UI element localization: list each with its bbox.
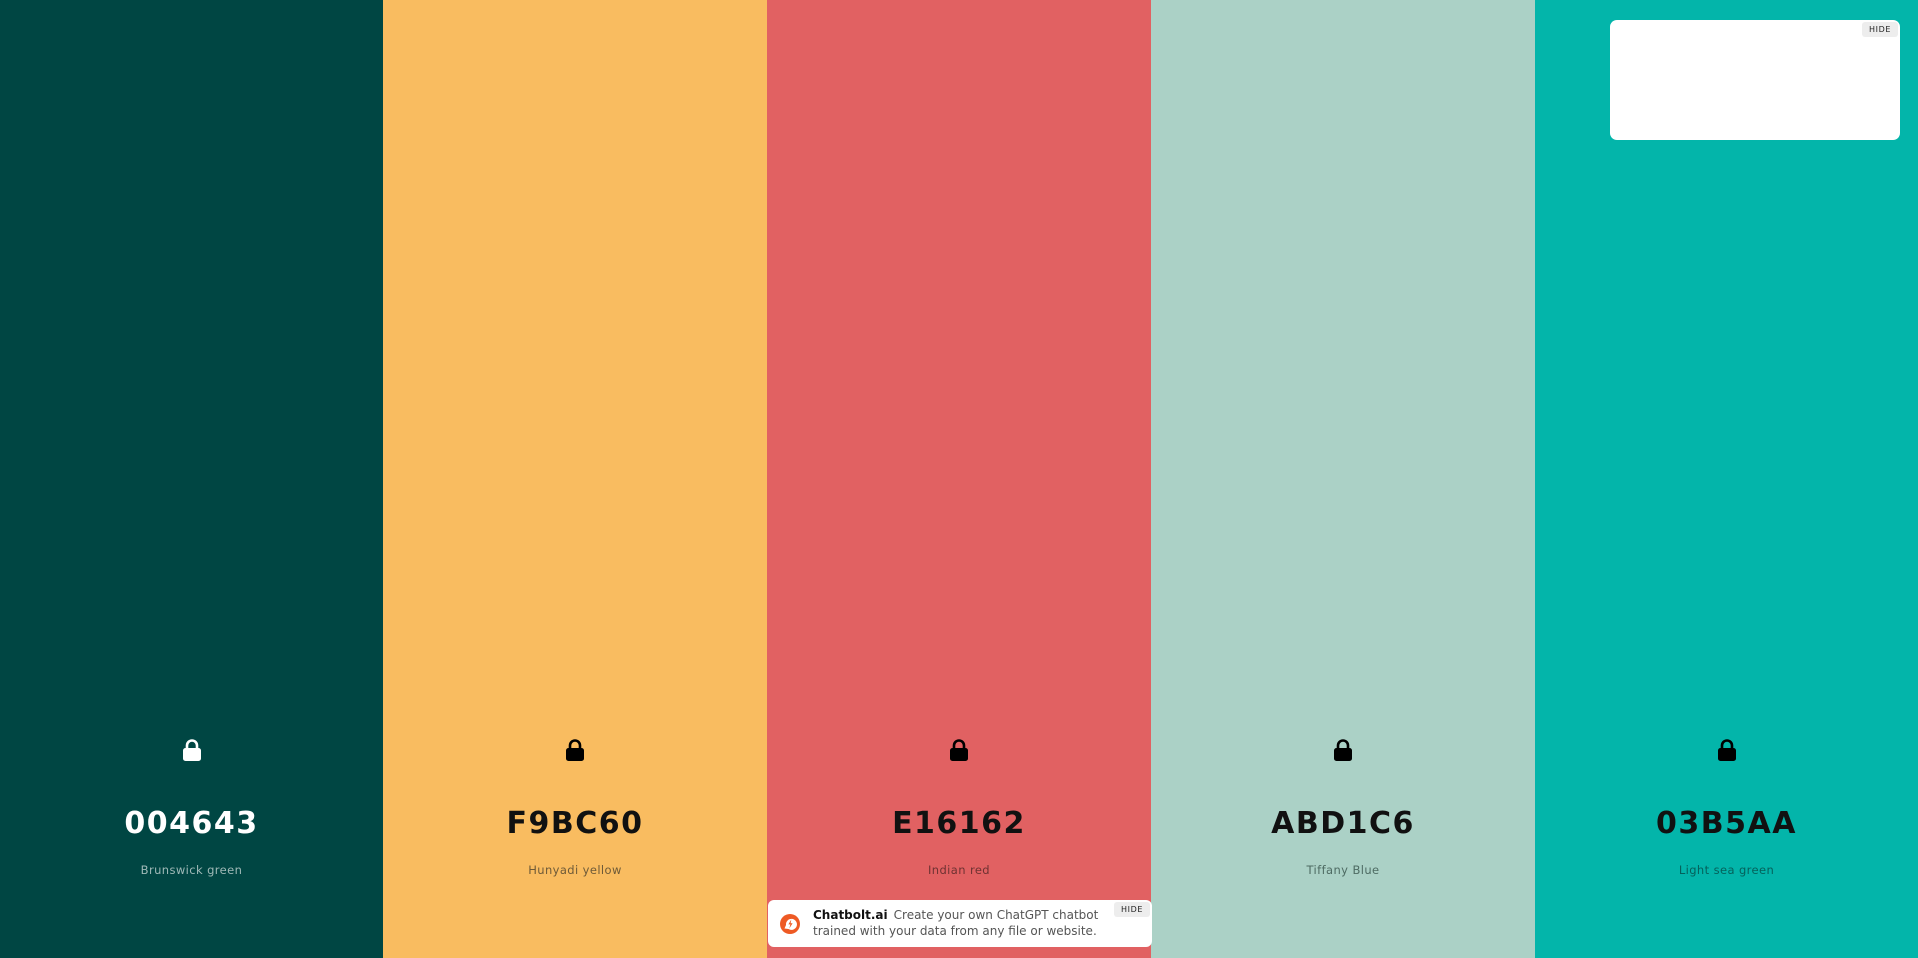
lock-icon xyxy=(1717,739,1736,761)
color-name: Tiffany Blue xyxy=(1306,863,1380,877)
color-swatch-5[interactable]: 03B5AA Light sea green xyxy=(1535,0,1918,958)
color-swatch-1[interactable]: 004643 Brunswick green xyxy=(0,0,383,958)
color-swatch-3[interactable]: E16162 Indian red xyxy=(767,0,1151,958)
color-hex-code[interactable]: 004643 xyxy=(0,804,383,844)
lock-icon xyxy=(566,739,584,761)
lock-button[interactable] xyxy=(177,735,207,765)
color-name: Indian red xyxy=(927,863,991,877)
color-name: Hunyadi yellow xyxy=(528,863,622,877)
lock-button[interactable] xyxy=(944,735,974,765)
color-hex-code[interactable]: E16162 xyxy=(767,804,1151,844)
color-swatch-2[interactable]: F9BC60 Hunyadi yellow xyxy=(383,0,767,958)
color-name: Light sea green xyxy=(1678,863,1775,877)
color-hex-code[interactable]: ABD1C6 xyxy=(1151,804,1535,844)
hide-ad-button[interactable]: HIDE xyxy=(1862,22,1898,37)
lock-icon xyxy=(1334,739,1352,761)
chatbolt-logo-icon xyxy=(780,914,800,934)
color-name: Brunswick green xyxy=(140,863,243,877)
chatbot-ad-text: Chatbolt.ai Create your own ChatGPT chatb… xyxy=(813,907,1103,939)
lock-button[interactable] xyxy=(560,735,590,765)
lock-button[interactable] xyxy=(1712,735,1742,765)
lock-icon xyxy=(182,739,201,761)
color-hex-code[interactable]: 03B5AA xyxy=(1535,804,1918,844)
lock-button[interactable] xyxy=(1328,735,1358,765)
lock-icon xyxy=(950,739,968,761)
chatbot-brand-link[interactable]: Chatbolt.ai xyxy=(813,908,888,922)
ad-card[interactable]: HIDE xyxy=(1610,20,1900,140)
hide-banner-button[interactable]: HIDE xyxy=(1114,902,1150,917)
color-hex-code[interactable]: F9BC60 xyxy=(383,804,767,844)
color-palette: 004643 Brunswick green F9BC60 Hunyadi ye… xyxy=(0,0,1918,958)
color-swatch-4[interactable]: ABD1C6 Tiffany Blue xyxy=(1151,0,1535,958)
chatbot-ad-banner[interactable]: Chatbolt.ai Create your own ChatGPT chatb… xyxy=(768,900,1152,947)
